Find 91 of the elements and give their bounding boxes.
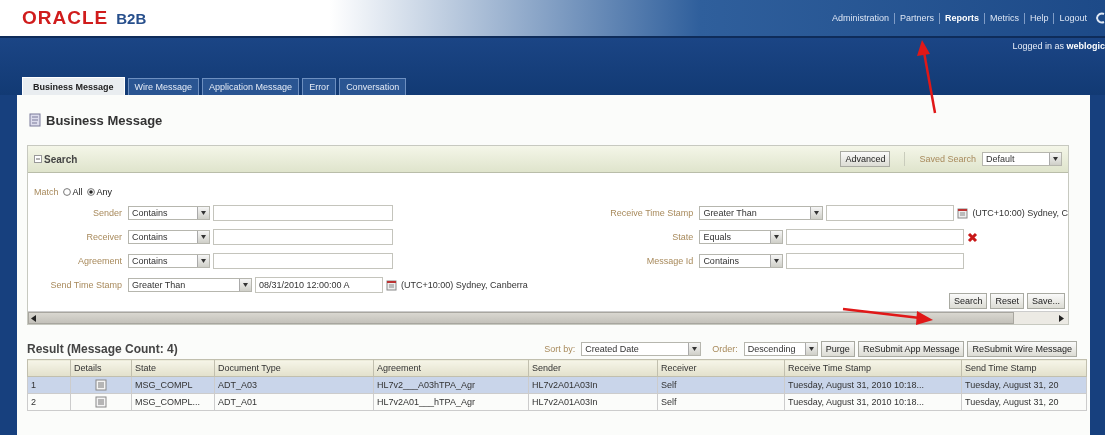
- scroll-right-icon: [1059, 314, 1064, 322]
- input-field[interactable]: 08/31/2010 12:00:00 A: [255, 277, 383, 293]
- action-button[interactable]: Reset: [990, 293, 1024, 309]
- field-label: Receive Time Stamp: [609, 208, 695, 218]
- nav-link[interactable]: Metrics: [983, 12, 1024, 24]
- saved-search-select[interactable]: Default: [982, 152, 1062, 166]
- radio-option[interactable]: All: [62, 187, 83, 197]
- dropdown-arrow-icon: [201, 259, 206, 263]
- table-cell: ADT_A01: [214, 393, 374, 411]
- sort-select[interactable]: Created Date: [581, 342, 702, 356]
- action-button[interactable]: ReSubmit Wire Message: [967, 341, 1077, 357]
- search-title: Search: [44, 153, 79, 165]
- dropdown-arrow-icon: [692, 347, 698, 351]
- scroll-left-icon: [31, 314, 36, 322]
- input-field[interactable]: [213, 205, 393, 221]
- field-label: State: [671, 232, 695, 242]
- tab[interactable]: Wire Message: [127, 78, 200, 95]
- column-header: Receive Time Stamp: [784, 359, 962, 377]
- row-number: 2: [27, 393, 71, 411]
- input-field[interactable]: [786, 253, 965, 269]
- dropdown-arrow-icon: [201, 211, 206, 215]
- nav-link[interactable]: Partners: [893, 12, 939, 24]
- order-label: Order:: [712, 344, 738, 354]
- result-title: Result (Message Count: 4): [27, 342, 179, 356]
- action-button[interactable]: Search: [948, 293, 988, 309]
- table-cell: MSG_COMPL...: [131, 393, 215, 411]
- dropdown-arrow-icon: [774, 235, 780, 239]
- dropdown-arrow-icon: [814, 211, 820, 215]
- column-header: Agreement: [373, 359, 529, 377]
- dropdown-arrow-icon: [201, 235, 206, 239]
- input-field[interactable]: [826, 205, 955, 221]
- timezone-text: (UTC+10:00) Sydney, C: [972, 208, 1068, 218]
- calendar-icon: [957, 207, 970, 219]
- radio-option[interactable]: Any: [86, 187, 113, 197]
- order-select[interactable]: Descending: [743, 342, 818, 356]
- details-icon: [95, 379, 107, 391]
- operator-select[interactable]: Greater Than: [699, 206, 824, 220]
- timezone-text: (UTC+10:00) Sydney, Canberra: [401, 280, 528, 290]
- tab[interactable]: Error: [302, 78, 337, 95]
- operator-select[interactable]: Contains: [699, 254, 784, 268]
- dropdown-arrow-icon: [808, 347, 814, 351]
- tab[interactable]: Application Message: [202, 78, 300, 95]
- operator-select[interactable]: Contains: [128, 254, 210, 268]
- partial-icon: [1095, 11, 1105, 25]
- sort-label: Sort by:: [544, 344, 576, 354]
- action-button[interactable]: ReSubmit App Message: [857, 341, 965, 357]
- column-header: Send Time Stamp: [961, 359, 1087, 377]
- operator-select[interactable]: Contains: [128, 230, 210, 244]
- field-label: Sender: [91, 208, 123, 218]
- column-header: Receiver: [657, 359, 785, 377]
- table-cell: Tuesday, August 31, 2010 10:18...: [784, 393, 962, 411]
- nav-link[interactable]: Reports: [938, 12, 984, 24]
- field-label: Receiver: [85, 232, 123, 242]
- page-title: Business Message: [46, 112, 163, 128]
- table-cell: HL7v2A01A03In: [528, 393, 658, 411]
- column-header: Details: [70, 359, 132, 377]
- field-label: Agreement: [76, 256, 123, 266]
- match-label: Match: [34, 187, 59, 197]
- input-field[interactable]: [213, 229, 393, 245]
- nav-link[interactable]: Help: [1023, 12, 1054, 24]
- logged-in-text: Logged in as weblogic: [1012, 40, 1105, 51]
- input-field[interactable]: [213, 253, 393, 269]
- table-cell: Tuesday, August 31, 20: [961, 393, 1087, 411]
- calendar-icon: [386, 279, 398, 291]
- product-name: B2B: [116, 10, 147, 27]
- operator-select[interactable]: Contains: [128, 206, 210, 220]
- saved-search-label: Saved Search: [919, 154, 976, 164]
- logo-text: ORACLE: [22, 7, 109, 29]
- field-label: Send Time Stamp: [49, 280, 123, 290]
- tab[interactable]: Business Message: [22, 77, 125, 95]
- operator-select[interactable]: Greater Than: [128, 278, 252, 292]
- nav-link[interactable]: Administration: [826, 12, 894, 24]
- column-header: Sender: [528, 359, 658, 377]
- dropdown-arrow-icon: [774, 259, 780, 263]
- nav-link[interactable]: Logout: [1053, 12, 1092, 24]
- action-button[interactable]: Save...: [1027, 293, 1065, 309]
- dropdown-arrow-icon: [243, 283, 248, 287]
- document-icon: [29, 113, 41, 127]
- input-field[interactable]: [786, 229, 965, 245]
- operator-select[interactable]: Equals: [699, 230, 784, 244]
- column-header: Document Type: [214, 359, 374, 377]
- field-label: Message Id: [645, 256, 695, 266]
- table-cell: HL7v2A01___hTPA_Agr: [373, 393, 529, 411]
- tab[interactable]: Conversation: [339, 78, 407, 95]
- collapse-icon: [34, 155, 42, 163]
- table-cell: Self: [657, 393, 785, 411]
- details-icon: [95, 396, 107, 408]
- action-button[interactable]: Purge: [820, 341, 855, 357]
- column-header: State: [131, 359, 215, 377]
- advanced-button[interactable]: Advanced: [840, 151, 891, 167]
- dropdown-arrow-icon: [1053, 157, 1058, 161]
